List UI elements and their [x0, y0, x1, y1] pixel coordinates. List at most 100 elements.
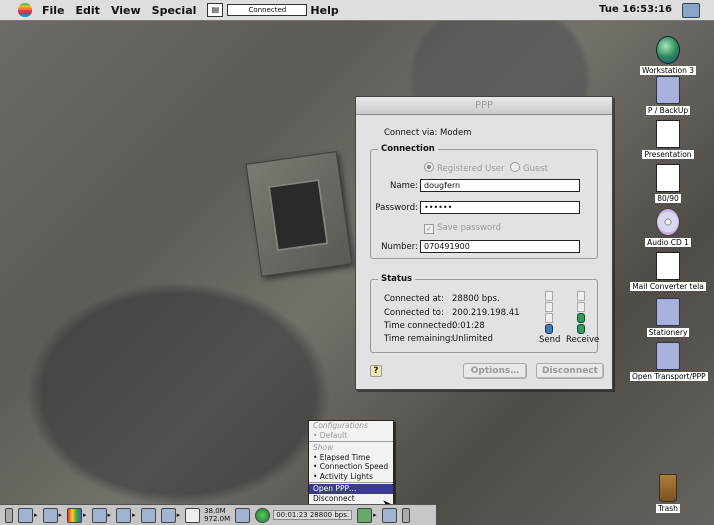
menu-status-field: Connected [227, 4, 308, 16]
control-strip-end-icon[interactable] [401, 507, 410, 523]
desktop-icon-audio-cd[interactable]: Audio CD 1 [630, 208, 706, 248]
menu-status-icon[interactable]: ▤ [207, 3, 224, 17]
receive-label: Receive [566, 335, 600, 345]
menu-edit[interactable]: Edit [76, 4, 100, 17]
icon-label: Trash [656, 504, 680, 513]
menu-item-default[interactable]: • Default [309, 431, 393, 441]
icon-label: Stationery [646, 328, 690, 337]
name-label: Name: [390, 181, 418, 191]
monitor-icon[interactable] [91, 507, 107, 523]
options-button[interactable]: Options… [463, 363, 527, 379]
menu-item-activity-lights[interactable]: • Activity Lights [309, 472, 393, 482]
desktop-icon-8090[interactable]: 80/90 [630, 164, 706, 204]
ppp-titlebar[interactable]: PPP [356, 97, 612, 115]
menu-item-show: Show [313, 443, 334, 452]
popup-arrow-icon: ▸ [107, 511, 112, 519]
memory-bottom: 972.0M [204, 515, 231, 523]
color-depth-icon[interactable] [67, 507, 83, 523]
keychain-icon[interactable] [140, 507, 156, 523]
location-icon[interactable] [381, 507, 397, 523]
connection-group-title: Connection [378, 144, 438, 154]
desktop-icon-presentation[interactable]: Presentation [630, 120, 706, 160]
cd-strip-icon[interactable] [42, 507, 58, 523]
folder-icon [656, 76, 680, 104]
send-light-3 [545, 313, 553, 323]
disk-icon[interactable] [235, 507, 251, 523]
document-icon [656, 252, 680, 280]
modem-icon[interactable] [357, 507, 373, 523]
menu-item-connection-speed[interactable]: • Connection Speed [309, 462, 393, 472]
menu-help[interactable]: Help [310, 4, 338, 17]
password-label: Password: [375, 203, 418, 213]
receive-light-1 [577, 291, 585, 301]
password-field[interactable]: •••••• [420, 201, 580, 214]
menu-item-open-ppp[interactable]: Open PPP… [309, 484, 393, 494]
plate-slot [267, 178, 329, 252]
receive-light-4 [577, 324, 585, 334]
icon-label: Audio CD 1 [645, 238, 691, 247]
menubar-clock[interactable]: Tue 16:53:16 [599, 4, 672, 15]
file-sharing-icon[interactable] [116, 507, 132, 523]
registered-user-radio[interactable]: Registered User [424, 162, 505, 174]
desktop-icon-workstation[interactable]: Workstation 3 [630, 36, 706, 76]
menu-special[interactable]: Special [152, 4, 197, 17]
radio-icon [510, 162, 520, 172]
ppp-globe-icon[interactable] [255, 507, 271, 523]
memory-top: 38.0M [204, 507, 226, 515]
document-icon [656, 164, 680, 192]
time-connected-value: 0:01:28 [452, 321, 485, 331]
icon-label: Workstation 3 [640, 66, 696, 75]
help-icon[interactable]: ? [370, 365, 382, 377]
desktop-icon-backup[interactable]: P / BackUp [630, 76, 706, 116]
sound-volume-icon[interactable] [160, 507, 176, 523]
radio-label: Registered User [437, 164, 505, 174]
desktop-icon-stationery[interactable]: Stationery [630, 298, 706, 338]
icon-label: 80/90 [655, 194, 681, 203]
menubar: File Edit View Special ▤ Connected Help … [0, 0, 714, 21]
ppp-status-readout[interactable]: 00:01:23 28800 bps. [273, 510, 353, 520]
save-password-checkbox[interactable]: ✓ Save password [424, 223, 501, 234]
icon-label: Presentation [642, 150, 694, 159]
apple-talk-icon[interactable] [18, 507, 33, 523]
send-light-2 [545, 302, 553, 312]
control-strip: ▸ ▸ ▸ ▸ ▸ ▸ 38.0M 972.0M 00:01:23 28800 … [0, 504, 436, 525]
ppp-window: PPP Connect via: Modem Connection Regist… [355, 96, 613, 390]
icon-label: Open Transport/PPP [630, 372, 708, 381]
name-field[interactable]: dougfern [420, 179, 580, 192]
desktop-icon-mail-converter[interactable]: Mail Converter tela [630, 252, 706, 292]
menu-separator [309, 482, 393, 483]
menu-item-disconnect[interactable]: Disconnect [309, 494, 393, 504]
folder-icon [656, 298, 680, 326]
popup-arrow-icon: ▸ [373, 511, 377, 519]
number-field[interactable]: 070491900 [420, 240, 580, 253]
menu-separator [309, 441, 393, 442]
guest-radio[interactable]: Guest [510, 162, 548, 174]
status-group-title: Status [378, 274, 416, 284]
popup-arrow-icon: ▸ [34, 511, 38, 519]
cd-icon [656, 208, 680, 236]
web-sharing-icon[interactable] [185, 507, 201, 523]
popup-arrow-icon: ▸ [132, 511, 136, 519]
connected-to-value: 200.219.198.41 [452, 308, 520, 318]
connected-at-value: 28800 bps. [452, 294, 500, 304]
popup-arrow-icon: ▸ [58, 511, 63, 519]
menu-item-elapsed-time[interactable]: • Elapsed Time [309, 453, 393, 463]
apple-menu-icon[interactable] [18, 3, 32, 17]
time-connected-label: Time connected: [384, 321, 455, 331]
menu-view[interactable]: View [111, 4, 141, 17]
time-remaining-value: Unlimited [452, 334, 493, 344]
desktop-icon-open-transport[interactable]: Open Transport/PPP [630, 342, 708, 382]
folder-icon [656, 342, 680, 370]
menu-file[interactable]: File [42, 4, 65, 17]
memory-readout[interactable]: 38.0M 972.0M [204, 507, 230, 523]
send-light-1 [545, 291, 553, 301]
checkmark-icon: ✓ [424, 224, 434, 234]
application-menu-icon[interactable] [682, 3, 700, 18]
send-light-4 [545, 324, 553, 334]
connect-via: Connect via: Modem [384, 128, 472, 138]
control-strip-tab-icon[interactable] [5, 507, 13, 523]
radio-label: Guest [523, 164, 548, 174]
icon-label: Mail Converter tela [630, 282, 706, 291]
disconnect-button[interactable]: Disconnect [536, 363, 604, 379]
desktop-icon-trash[interactable]: Trash [630, 474, 706, 514]
